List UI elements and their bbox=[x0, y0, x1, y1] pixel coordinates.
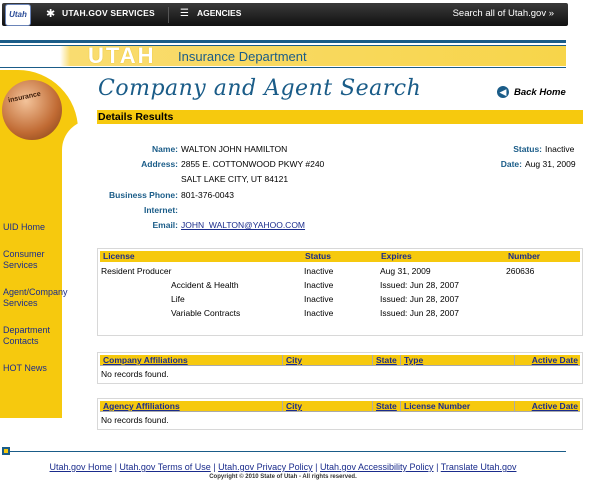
license-name: Resident Producer bbox=[101, 266, 172, 276]
address-line2: SALT LAKE CITY, UT 84121 bbox=[181, 174, 289, 184]
insurance-orb-image: insurance bbox=[2, 80, 62, 140]
agency-active-date-sort-link[interactable]: Active Date bbox=[532, 401, 578, 411]
agency-affiliations-table: Agency Affiliations City State License N… bbox=[97, 398, 583, 430]
agency-empty-message: No records found. bbox=[101, 415, 169, 425]
sidebar-item-agent-company-services[interactable]: Agent/Company Services bbox=[3, 287, 77, 309]
sidebar-item-hot-news[interactable]: HOT News bbox=[3, 363, 47, 374]
footer-link-home[interactable]: Utah.gov Home bbox=[50, 462, 113, 472]
footer-link-translate[interactable]: Translate Utah.gov bbox=[441, 462, 517, 472]
col-divider bbox=[514, 355, 515, 366]
back-arrow-icon: ◀ bbox=[497, 86, 509, 98]
license-table: License Status Expires Number Resident P… bbox=[97, 248, 583, 336]
business-phone-label: Business Phone: bbox=[109, 190, 178, 200]
expires-col-header: Expires bbox=[381, 251, 412, 261]
license-number: 260636 bbox=[506, 266, 535, 276]
col-divider bbox=[372, 401, 373, 412]
sidebar-item-consumer-services[interactable]: Consumer Services bbox=[3, 249, 53, 271]
address-line1: 2855 E. COTTONWOOD PKWY #240 bbox=[181, 159, 325, 169]
email-link[interactable]: JOHN_WALTON@YAHOO.COM bbox=[181, 220, 305, 230]
license-table-header: License Status Expires Number bbox=[100, 251, 580, 262]
status-col-header: Status bbox=[305, 251, 331, 261]
company-empty-message: No records found. bbox=[101, 369, 169, 379]
services-label: UTAH.GOV SERVICES bbox=[62, 8, 155, 18]
gear-icon: ✱ bbox=[46, 8, 56, 20]
email-label: Email: bbox=[152, 220, 178, 230]
company-affiliations-table: Company Affiliations City State Type Act… bbox=[97, 352, 583, 384]
utah-gov-bar-inner: Utah ✱ UTAH.GOV SERVICES ☰ AGENCIES Search… bbox=[2, 3, 568, 26]
agencies-menu[interactable]: ☰ AGENCIES bbox=[180, 8, 241, 19]
copyright-text: Copyright © 2010 State of Utah - All rig… bbox=[209, 474, 357, 480]
col-divider bbox=[514, 401, 515, 412]
utah-logo[interactable]: Utah bbox=[5, 4, 31, 26]
header-department-title: Insurance Department bbox=[178, 49, 307, 64]
details-results-heading: Details Results bbox=[97, 110, 583, 124]
back-home-label: Back Home bbox=[514, 87, 566, 98]
date-value: Aug 31, 2009 bbox=[525, 159, 576, 169]
sidebar-item-department-contacts[interactable]: Department Contacts bbox=[3, 325, 63, 347]
company-affiliations-sort-link[interactable]: Company Affiliations bbox=[103, 355, 188, 365]
footer-links: Utah.gov Home | Utah.gov Terms of Use | … bbox=[49, 462, 517, 472]
license-expires: Aug 31, 2009 bbox=[380, 266, 431, 276]
sidebar-item-uid-home[interactable]: UID Home bbox=[3, 222, 45, 233]
company-city-sort-link[interactable]: City bbox=[286, 355, 302, 365]
utah-gov-bar: Utah ✱ UTAH.GOV SERVICES ☰ AGENCIES Search… bbox=[0, 0, 591, 30]
agency-table-header: Agency Affiliations City State License N… bbox=[100, 401, 580, 412]
license-status: Inactive bbox=[304, 308, 334, 318]
utah-gov-services-menu[interactable]: ✱ UTAH.GOV SERVICES bbox=[46, 8, 155, 20]
company-state-sort-link[interactable]: State bbox=[376, 355, 397, 365]
license-status: Inactive bbox=[304, 294, 334, 304]
name-label: Name: bbox=[152, 144, 178, 154]
list-icon: ☰ bbox=[180, 8, 189, 19]
number-col-header: Number bbox=[508, 251, 541, 261]
address-label: Address: bbox=[141, 159, 178, 169]
search-all-utah-link[interactable]: Search all of Utah.gov » bbox=[453, 8, 554, 19]
col-divider bbox=[400, 355, 401, 366]
agency-affiliations-sort-link[interactable]: Agency Affiliations bbox=[103, 401, 180, 411]
col-divider bbox=[282, 355, 283, 366]
agencies-label: AGENCIES bbox=[196, 8, 242, 18]
agency-state-sort-link[interactable]: State bbox=[376, 401, 397, 411]
footer-link-privacy[interactable]: Utah.gov Privacy Policy bbox=[218, 462, 313, 472]
header-banner: UTAH Insurance Department bbox=[0, 43, 566, 68]
status-label: Status: bbox=[513, 144, 542, 154]
company-active-date-sort-link[interactable]: Active Date bbox=[532, 355, 578, 365]
footer-link-accessibility[interactable]: Utah.gov Accessibility Policy bbox=[320, 462, 434, 472]
col-divider bbox=[400, 401, 401, 412]
page-title: Company and Agent Search bbox=[98, 76, 422, 101]
back-home-button[interactable]: ◀ Back Home bbox=[497, 86, 566, 98]
col-divider bbox=[372, 355, 373, 366]
footer-rule bbox=[8, 451, 566, 452]
license-status: Inactive bbox=[304, 280, 334, 290]
header-brand: UTAH bbox=[88, 43, 156, 68]
license-name: Variable Contracts bbox=[171, 308, 241, 318]
business-phone-value: 801-376-0043 bbox=[181, 190, 234, 200]
date-label: Date: bbox=[500, 159, 522, 169]
agency-license-number-header: License Number bbox=[404, 401, 471, 411]
license-expires: Issued: Jun 28, 2007 bbox=[380, 280, 459, 290]
footer-link-terms[interactable]: Utah.gov Terms of Use bbox=[119, 462, 210, 472]
orb-text: insurance bbox=[7, 90, 42, 105]
license-expires: Issued: Jun 28, 2007 bbox=[380, 308, 459, 318]
col-divider bbox=[282, 401, 283, 412]
agency-city-sort-link[interactable]: City bbox=[286, 401, 302, 411]
header-rule bbox=[0, 40, 566, 43]
status-value: Inactive bbox=[545, 144, 575, 154]
license-expires: Issued: Jun 28, 2007 bbox=[380, 294, 459, 304]
divider bbox=[168, 7, 169, 23]
license-status: Inactive bbox=[304, 266, 334, 276]
company-table-header: Company Affiliations City State Type Act… bbox=[100, 355, 580, 366]
company-type-sort-link[interactable]: Type bbox=[404, 355, 423, 365]
internet-label: Internet: bbox=[144, 205, 178, 215]
license-col-header: License bbox=[103, 251, 135, 261]
name-value: WALTON JOHN HAMILTON bbox=[181, 144, 288, 154]
sidebar-curve bbox=[62, 120, 92, 420]
license-name: Accident & Health bbox=[171, 280, 239, 290]
header-rule-bottom bbox=[0, 67, 566, 68]
license-name: Life bbox=[171, 294, 185, 304]
